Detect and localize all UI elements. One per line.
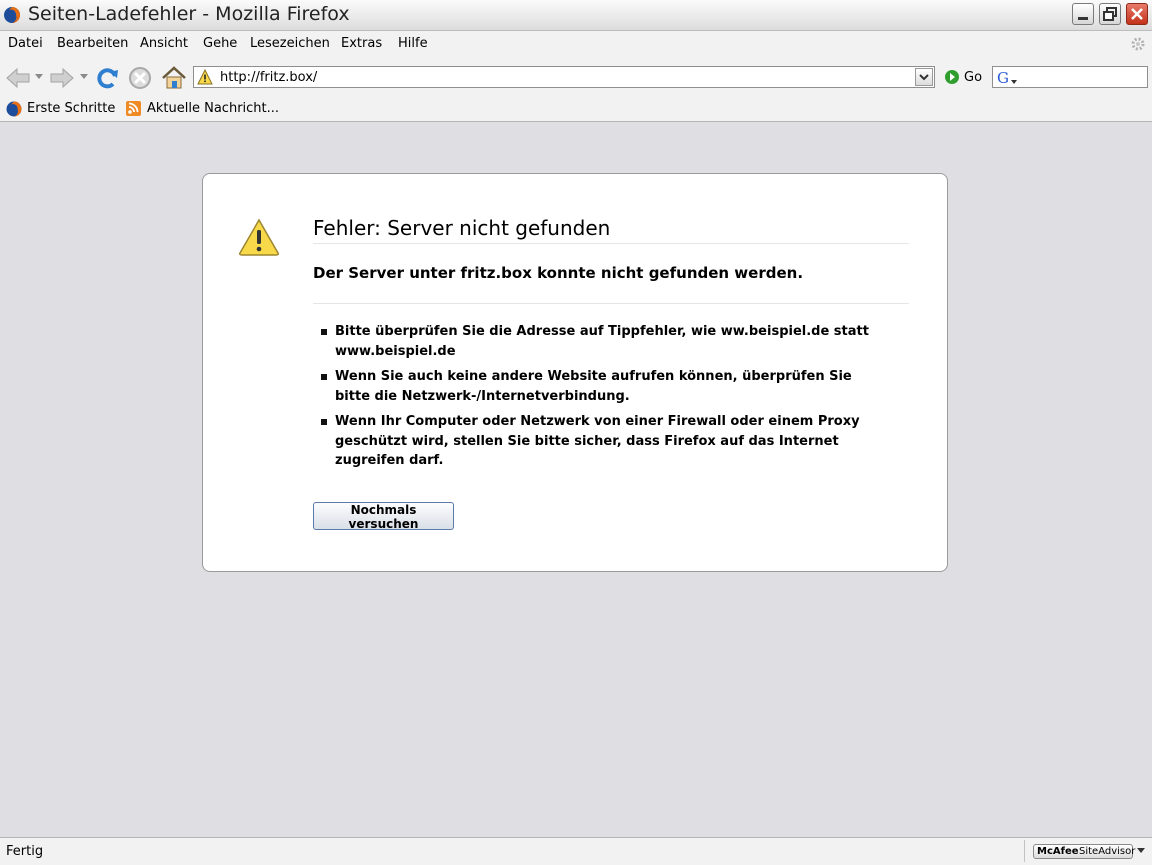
bookmark-erste-schritte[interactable]: Erste Schritte xyxy=(5,100,123,118)
menu-bar: Datei Bearbeiten Ansicht Gehe Lesezeiche… xyxy=(0,31,1152,58)
list-item: Wenn Ihr Computer oder Netzwerk von eine… xyxy=(313,412,873,471)
go-arrow-icon xyxy=(945,70,959,84)
error-title: Fehler: Server nicht gefunden xyxy=(313,216,611,240)
menu-hilfe[interactable]: Hilfe xyxy=(398,36,428,51)
close-button[interactable] xyxy=(1126,3,1148,25)
stop-button[interactable] xyxy=(126,64,154,92)
siteadvisor-dropdown-icon[interactable] xyxy=(1137,848,1145,854)
warning-icon xyxy=(197,69,213,85)
url-input[interactable] xyxy=(220,70,900,85)
close-icon xyxy=(1131,8,1143,20)
minimize-icon xyxy=(1078,17,1088,20)
search-bar[interactable]: G xyxy=(992,66,1148,88)
google-search-engine-icon[interactable]: G xyxy=(996,69,1018,86)
throbber-icon xyxy=(1131,37,1145,51)
error-page-container: Fehler: Server nicht gefunden Der Server… xyxy=(202,173,948,572)
menu-ansicht[interactable]: Ansicht xyxy=(140,36,188,51)
list-item: Wenn Sie auch keine andere Website aufru… xyxy=(313,367,873,406)
error-short-description: Der Server unter fritz.box konnte nicht … xyxy=(313,264,804,282)
title-divider xyxy=(313,243,909,244)
firefox-icon xyxy=(6,101,22,117)
status-text: Fertig xyxy=(6,844,44,859)
url-bar[interactable] xyxy=(193,66,935,88)
url-history-dropdown-button[interactable] xyxy=(915,68,933,86)
siteadvisor-product: SiteAdvisor xyxy=(1079,846,1136,857)
bookmark-aktuelle-nachrichten[interactable]: Aktuelle Nachricht... xyxy=(125,100,290,118)
home-button[interactable] xyxy=(160,64,188,92)
siteadvisor-brand: McAfee xyxy=(1037,846,1079,857)
menu-lesezeichen[interactable]: Lesezeichen xyxy=(250,36,330,51)
back-button[interactable] xyxy=(4,64,32,92)
forward-history-dropdown-icon[interactable] xyxy=(80,74,88,80)
list-item: Bitte überprüfen Sie die Adresse auf Tip… xyxy=(313,322,873,361)
retry-button[interactable]: Nochmals versuchen xyxy=(313,502,454,531)
title-bar: Seiten-Ladefehler - Mozilla Firefox xyxy=(0,0,1152,31)
error-suggestions-list: Bitte überprüfen Sie die Adresse auf Tip… xyxy=(313,322,873,477)
bookmark-label: Aktuelle Nachricht... xyxy=(147,101,280,116)
warning-icon xyxy=(239,218,279,256)
search-input[interactable] xyxy=(1021,70,1141,84)
description-divider xyxy=(313,303,909,304)
forward-button[interactable] xyxy=(48,64,76,92)
reload-button[interactable] xyxy=(93,64,121,92)
go-label: Go xyxy=(964,70,983,85)
window-title: Seiten-Ladefehler - Mozilla Firefox xyxy=(28,3,350,25)
status-divider xyxy=(1024,840,1025,862)
firefox-icon xyxy=(4,7,20,23)
back-history-dropdown-icon[interactable] xyxy=(35,74,43,80)
menu-gehe[interactable]: Gehe xyxy=(203,36,237,51)
menu-extras[interactable]: Extras xyxy=(341,36,382,51)
siteadvisor-button[interactable]: McAfee SiteAdvisor xyxy=(1033,844,1136,859)
maximize-button[interactable] xyxy=(1099,3,1121,25)
bookmark-label: Erste Schritte xyxy=(27,101,116,116)
minimize-button[interactable] xyxy=(1072,3,1094,25)
rss-feed-icon xyxy=(126,101,141,116)
svg-text:G: G xyxy=(997,69,1009,86)
go-button[interactable]: Go xyxy=(944,68,990,88)
status-bar: Fertig McAfee SiteAdvisor xyxy=(0,837,1152,865)
menu-datei[interactable]: Datei xyxy=(8,36,43,51)
restore-icon xyxy=(1103,7,1117,21)
menu-bearbeiten[interactable]: Bearbeiten xyxy=(57,36,128,51)
chevron-down-icon xyxy=(919,74,929,81)
